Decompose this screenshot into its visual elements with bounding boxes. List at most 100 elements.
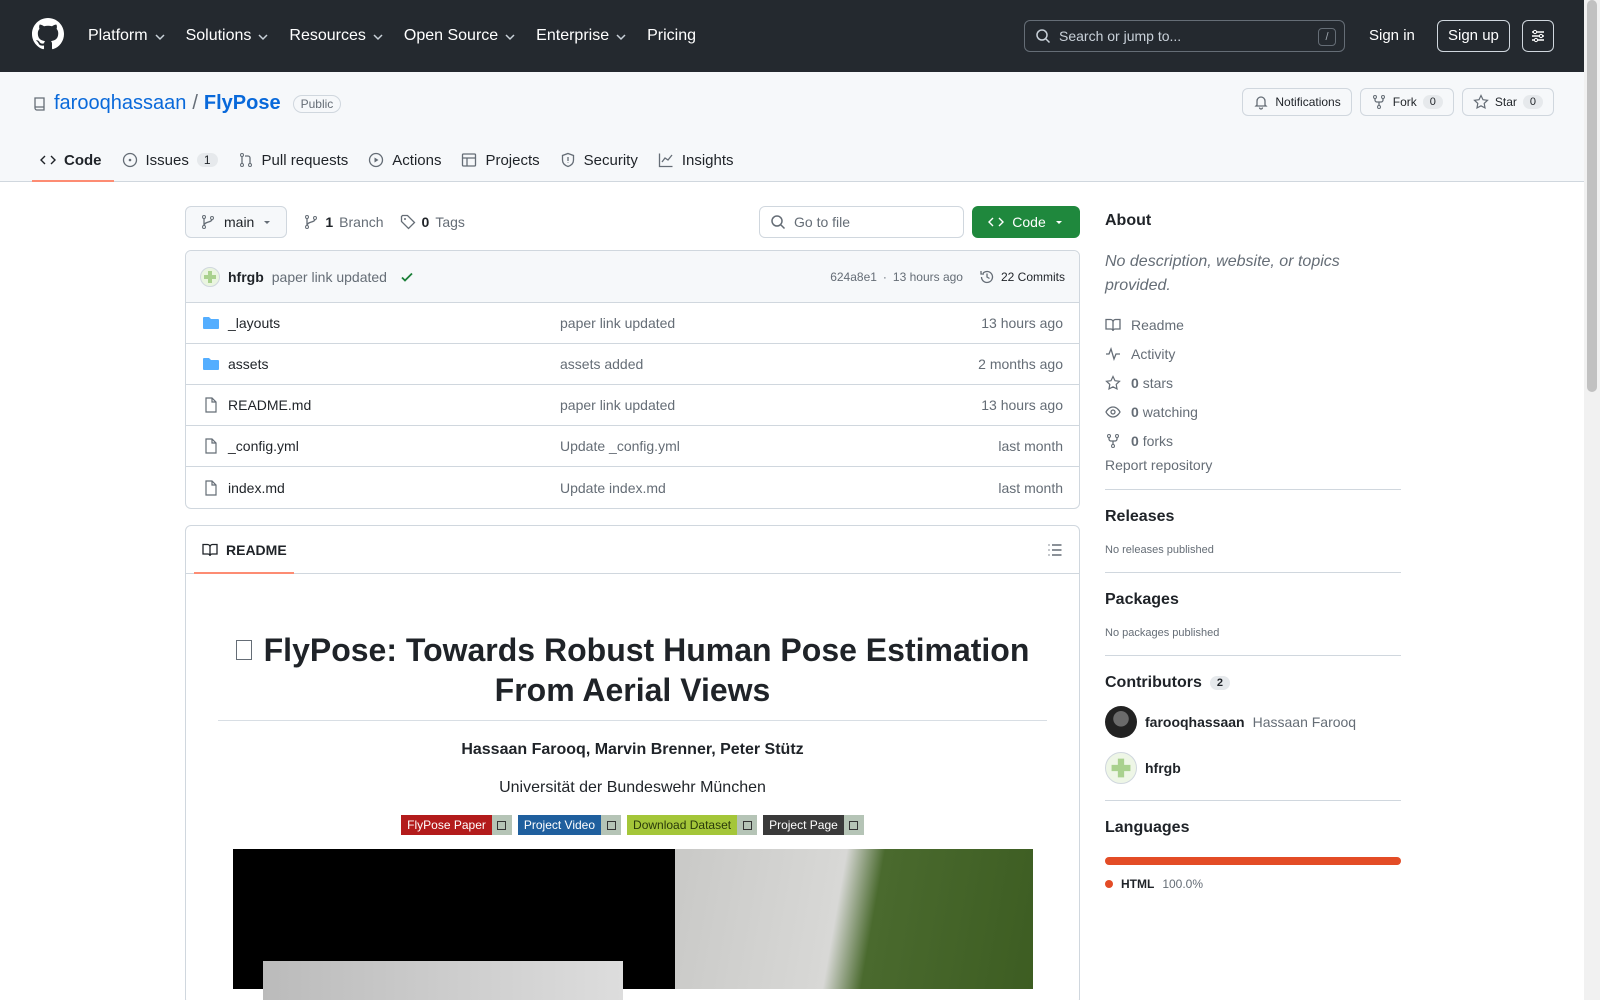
project-page-badge[interactable]: Project Page	[763, 815, 864, 835]
file-commit-message[interactable]: assets added	[560, 356, 978, 372]
nav-enterprise[interactable]: Enterprise	[536, 27, 627, 45]
list-outline-icon[interactable]	[1047, 542, 1063, 558]
file-commit-message[interactable]: paper link updated	[560, 397, 981, 413]
avatar[interactable]	[1105, 706, 1137, 738]
menu-button[interactable]	[1522, 20, 1554, 52]
sign-up-button[interactable]: Sign up	[1437, 20, 1510, 52]
commit-author[interactable]: hfrgb	[228, 269, 264, 285]
repo-tabs: Code Issues 1 Pull requests Actions Proj…	[32, 138, 746, 182]
go-to-file-input[interactable]	[794, 214, 954, 230]
chevron-down-icon	[258, 34, 268, 41]
about-list: Readme Activity 0 stars 0 watching 0 for…	[1105, 310, 1401, 455]
paper-badge[interactable]: FlyPose Paper	[401, 815, 512, 835]
identicon-icon	[1111, 758, 1131, 778]
star-button[interactable]: Star 0	[1461, 88, 1554, 116]
file-row[interactable]: _config.yml Update _config.yml last mont…	[186, 426, 1079, 467]
file-name[interactable]: assets	[228, 356, 560, 372]
video-badge[interactable]: Project Video	[517, 815, 622, 835]
commit-separator: ·	[882, 269, 887, 284]
file-commit-message[interactable]: paper link updated	[560, 315, 981, 331]
contributor-login[interactable]: farooqhassaan	[1145, 714, 1245, 730]
github-logo-icon[interactable]	[32, 18, 64, 50]
file-commit-message[interactable]: Update index.md	[560, 480, 998, 496]
contributor-name: Hassaan Farooq	[1252, 714, 1357, 730]
sliders-icon	[1532, 29, 1544, 43]
contributor-item[interactable]: hfrgb	[1105, 752, 1401, 784]
report-repository-link[interactable]: Report repository	[1105, 457, 1401, 473]
contributor-login[interactable]: hfrgb	[1145, 760, 1181, 776]
contributor-item[interactable]: farooqhassaan Hassaan Farooq	[1105, 706, 1401, 738]
fork-button[interactable]: Fork 0	[1359, 88, 1454, 116]
file-name[interactable]: index.md	[228, 480, 560, 496]
readme-tab[interactable]: README	[186, 526, 1079, 574]
about-description: No description, website, or topics provi…	[1105, 253, 1340, 294]
check-icon[interactable]	[399, 269, 415, 285]
main-content: main 1Branch 0Tags Code hfrgb paper link	[185, 206, 1080, 1000]
fork-icon	[1372, 95, 1385, 109]
tab-pull-requests[interactable]: Pull requests	[230, 138, 361, 182]
packages-heading[interactable]: Packages	[1105, 591, 1401, 609]
file-commit-message[interactable]: Update _config.yml	[560, 438, 998, 454]
chevron-down-icon	[616, 34, 626, 41]
repo-header: farooqhassaan / FlyPose Public Notificat…	[0, 72, 1600, 182]
file-name[interactable]: README.md	[228, 397, 560, 413]
search-input[interactable]	[1059, 28, 1309, 44]
file-name[interactable]: _layouts	[228, 315, 560, 331]
contributors-heading[interactable]: Contributors 2	[1105, 674, 1401, 692]
file-row[interactable]: assets assets added 2 months ago	[186, 344, 1079, 385]
anchor-link-icon[interactable]	[235, 639, 252, 660]
scrollbar-thumb[interactable]	[1587, 0, 1597, 392]
repo-icon	[34, 96, 45, 111]
page-scrollbar[interactable]	[1584, 0, 1600, 1000]
file-commit-time: 13 hours ago	[981, 397, 1063, 413]
file-row[interactable]: README.md paper link updated 13 hours ag…	[186, 385, 1079, 426]
nav-platform[interactable]: Platform	[88, 27, 166, 45]
repo-name-link[interactable]: FlyPose	[204, 92, 281, 115]
releases-heading[interactable]: Releases	[1105, 508, 1401, 526]
code-download-button[interactable]: Code	[972, 206, 1080, 238]
nav-open-source[interactable]: Open Source	[404, 27, 516, 45]
book-icon	[1105, 318, 1121, 331]
tab-code[interactable]: Code	[32, 138, 114, 182]
go-to-file[interactable]	[759, 206, 964, 238]
commits-history-link[interactable]: 22 Commits	[979, 269, 1065, 285]
branch-selector[interactable]: main	[185, 206, 288, 238]
readme-link[interactable]: Readme	[1105, 310, 1401, 339]
forks-link[interactable]: 0 forks	[1105, 426, 1401, 455]
notifications-button[interactable]: Notifications	[1242, 88, 1352, 116]
visibility-badge: Public	[292, 94, 342, 113]
commit-sha[interactable]: 624a8e1	[830, 270, 877, 284]
nav-solutions[interactable]: Solutions	[186, 27, 270, 45]
file-name[interactable]: _config.yml	[228, 438, 560, 454]
tags-link[interactable]: 0 Tags	[400, 214, 465, 230]
commit-time: 13 hours ago	[892, 269, 963, 284]
activity-link[interactable]: Activity	[1105, 339, 1401, 368]
bell-icon	[1254, 96, 1268, 110]
avatar[interactable]	[200, 266, 220, 287]
tab-security[interactable]: Security	[552, 138, 650, 182]
nav-pricing[interactable]: Pricing	[647, 27, 696, 45]
repo-actions: Notifications Fork 0 Star 0	[1242, 88, 1554, 116]
language-color-dot	[1105, 880, 1113, 888]
tab-insights[interactable]: Insights	[650, 138, 746, 182]
nav-resources[interactable]: Resources	[289, 27, 383, 45]
tab-issues[interactable]: Issues 1	[114, 138, 230, 182]
watching-link[interactable]: 0 watching	[1105, 397, 1401, 426]
file-row[interactable]: index.md Update index.md last month	[186, 467, 1079, 508]
issues-count: 1	[196, 153, 218, 167]
language-item[interactable]: HTML 100.0%	[1105, 877, 1401, 891]
languages-section: Languages HTML 100.0%	[1105, 800, 1401, 891]
repo-owner-link[interactable]: farooqhassaan	[54, 92, 186, 115]
tab-projects[interactable]: Projects	[453, 138, 551, 182]
stars-link[interactable]: 0 stars	[1105, 368, 1401, 397]
dataset-badge[interactable]: Download Dataset	[627, 815, 758, 835]
top-nav: Platform Solutions Resources Open Source…	[88, 0, 716, 72]
branches-link[interactable]: 1 Branch	[303, 214, 384, 230]
avatar[interactable]	[1105, 752, 1137, 784]
tab-actions[interactable]: Actions	[360, 138, 453, 182]
global-search[interactable]: /	[1024, 20, 1345, 52]
commit-message[interactable]: paper link updated	[272, 269, 387, 285]
file-row[interactable]: _layouts paper link updated 13 hours ago	[186, 303, 1079, 344]
sign-in-link[interactable]: Sign in	[1369, 27, 1415, 44]
repo-title: farooqhassaan / FlyPose Public	[32, 92, 342, 115]
